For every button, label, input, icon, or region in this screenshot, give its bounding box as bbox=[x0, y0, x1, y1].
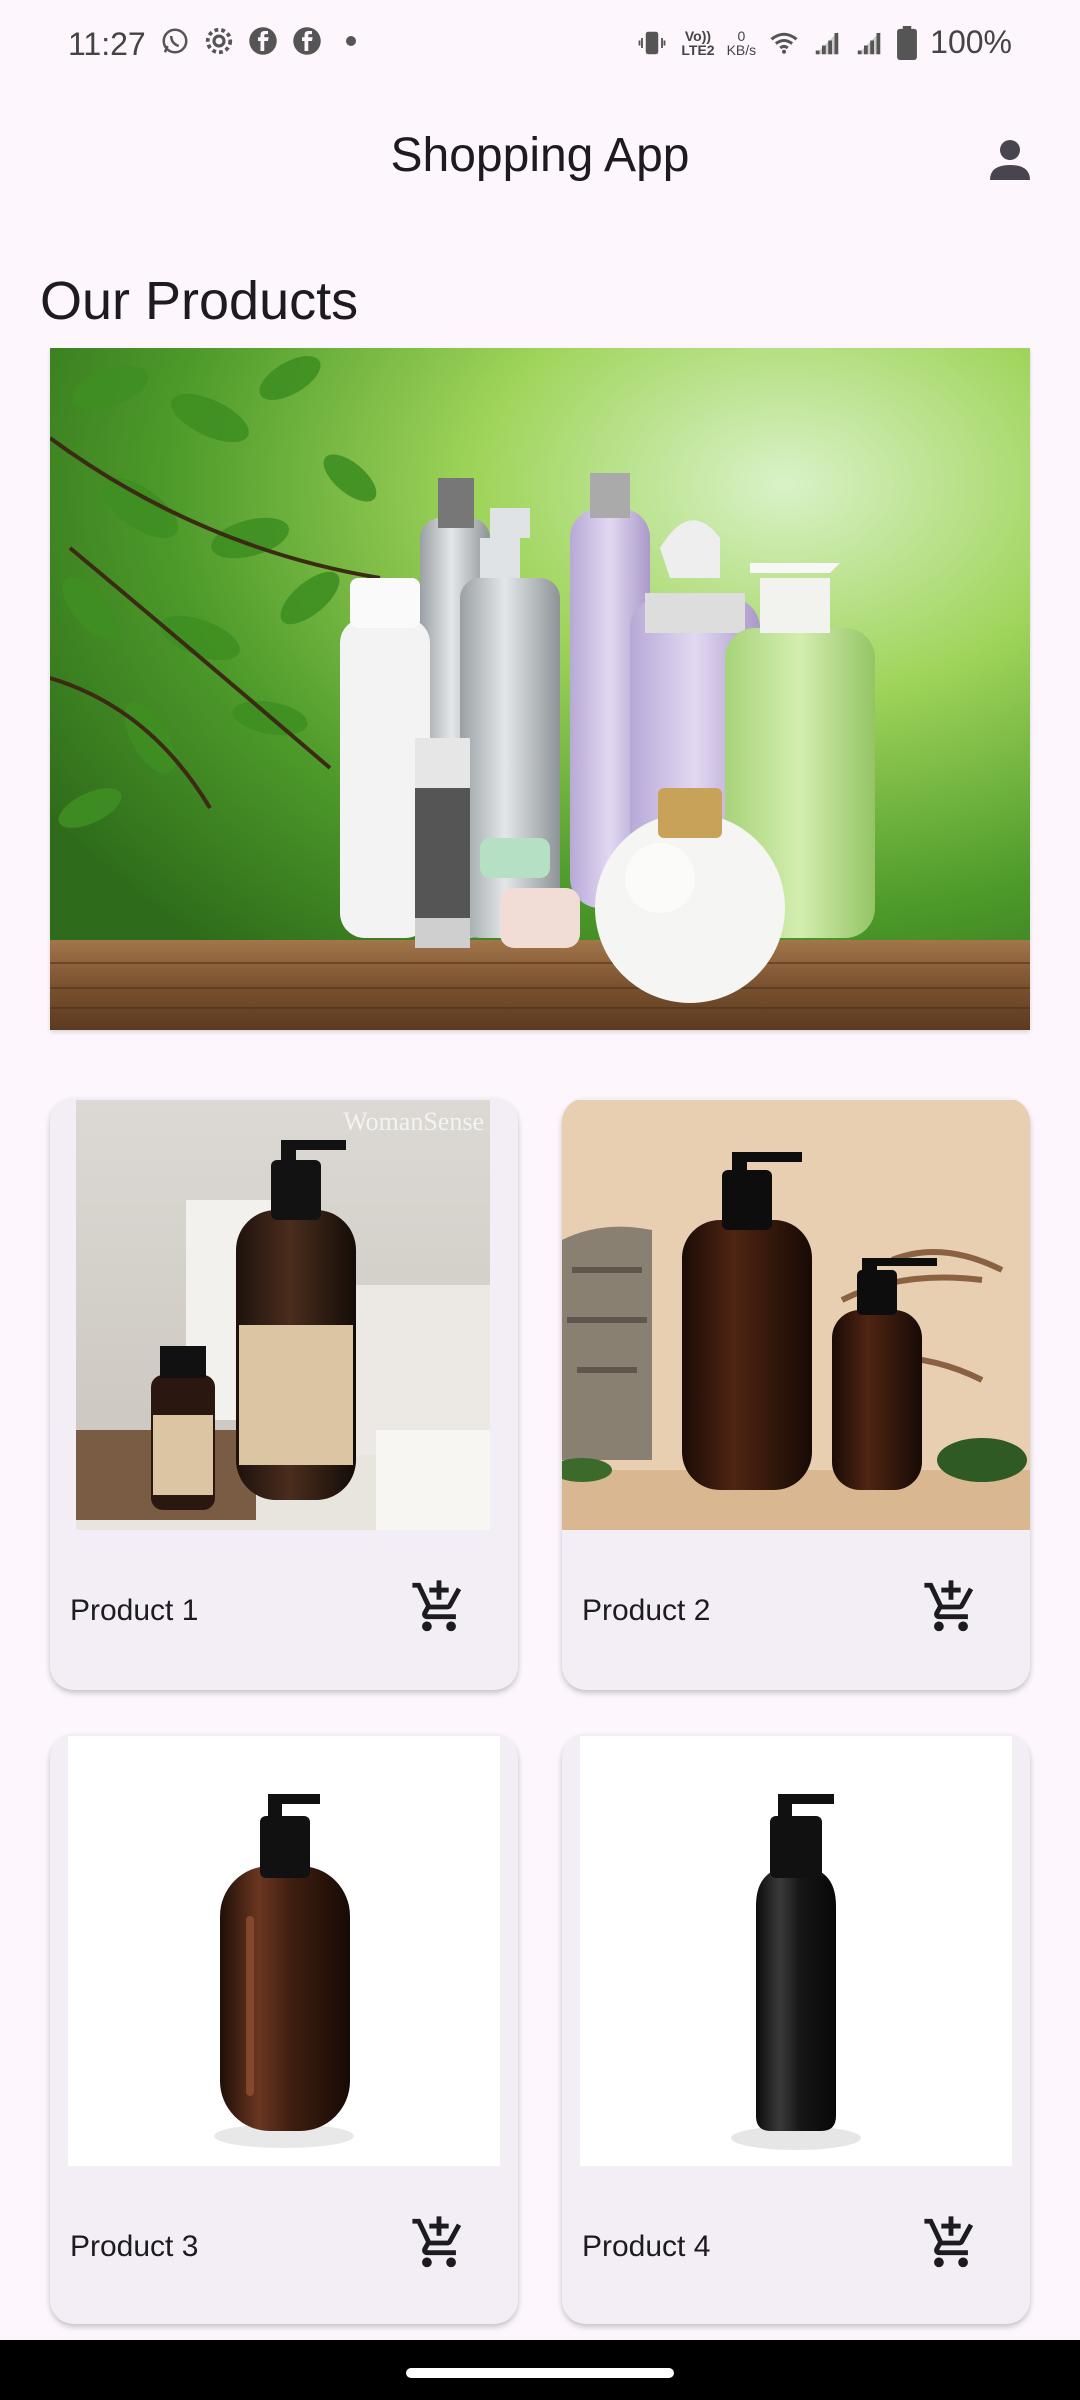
wifi-icon bbox=[770, 32, 798, 54]
add-to-cart-icon[interactable] bbox=[922, 2214, 980, 2272]
status-bar: 11:27 Vo)) LTE2 0 KB/s 100% bbox=[0, 0, 1080, 90]
product-name: Product 3 bbox=[70, 2230, 199, 2263]
whatsapp-icon bbox=[162, 28, 188, 54]
product-name: Product 1 bbox=[70, 1594, 199, 1627]
facebook-icon bbox=[293, 27, 321, 55]
battery-percent: 100% bbox=[930, 24, 1012, 60]
product-card[interactable]: Product 2 bbox=[562, 1098, 1030, 1690]
signal-icon bbox=[857, 31, 881, 54]
add-to-cart-icon[interactable] bbox=[922, 1578, 980, 1636]
product-image bbox=[562, 1100, 1030, 1530]
watermark-text: WomanSense bbox=[343, 1107, 484, 1136]
app-bar: Shopping App bbox=[0, 100, 1080, 220]
navigation-bar bbox=[0, 2340, 1080, 2400]
system-icons: Vo)) LTE2 0 KB/s 100% bbox=[635, 24, 1012, 61]
gear-icon bbox=[205, 27, 233, 55]
product-image bbox=[580, 1736, 1012, 2166]
vibrate-icon bbox=[638, 31, 666, 54]
product-image: WomanSense bbox=[76, 1100, 490, 1530]
cosmetics-banner-image bbox=[50, 348, 1030, 1030]
notification-icons bbox=[160, 26, 366, 56]
product-image bbox=[68, 1736, 500, 2166]
product-card[interactable]: Product 4 bbox=[562, 1734, 1030, 2324]
app-title: Shopping App bbox=[390, 129, 690, 182]
product-card[interactable]: WomanSense Product 1 bbox=[50, 1098, 518, 1690]
product-name: Product 4 bbox=[582, 2230, 711, 2263]
battery-icon bbox=[897, 25, 918, 60]
add-to-cart-icon[interactable] bbox=[410, 1578, 468, 1636]
person-icon[interactable] bbox=[980, 130, 1040, 190]
volte-indicator: Vo)) LTE2 bbox=[681, 27, 715, 58]
signal-icon bbox=[815, 31, 839, 54]
status-time: 11:27 bbox=[68, 26, 146, 62]
home-gesture-handle[interactable] bbox=[406, 2368, 674, 2378]
dot-icon bbox=[346, 36, 356, 46]
product-name: Product 2 bbox=[582, 1594, 711, 1627]
product-card[interactable]: Product 3 bbox=[50, 1734, 518, 2324]
net-speed: 0 KB/s bbox=[726, 27, 757, 58]
section-title: Our Products bbox=[40, 271, 359, 331]
add-to-cart-icon[interactable] bbox=[410, 2214, 468, 2272]
facebook-icon bbox=[249, 27, 277, 55]
hero-banner[interactable] bbox=[50, 348, 1030, 1030]
